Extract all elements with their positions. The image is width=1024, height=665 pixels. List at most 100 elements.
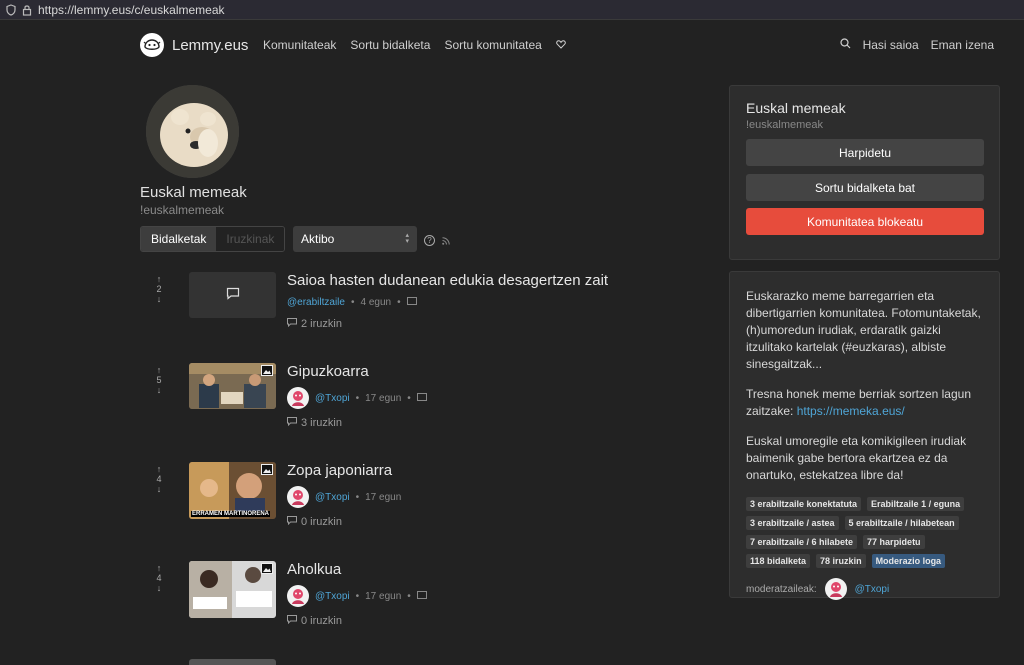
downvote-icon[interactable]: ↓: [153, 294, 165, 304]
post-thumbnail[interactable]: [189, 272, 276, 318]
stats-badges: 3 erabiltzaile konektatuta Erabiltzaile …: [746, 497, 983, 568]
moderators-row: moderatzaileak: @Txopi: [746, 578, 983, 600]
signup-link[interactable]: Eman izena: [931, 38, 994, 52]
comment-count: 0 iruzkin: [301, 615, 342, 627]
post-score: 2: [156, 284, 162, 294]
comment-icon: [287, 516, 297, 528]
sidebar-title: Euskal memeak: [746, 100, 846, 116]
url-text[interactable]: https://lemmy.eus/c/euskalmemeak: [38, 3, 225, 17]
help-icon[interactable]: ?: [424, 235, 435, 246]
post-meta: @Txopi • 17 egun •: [287, 585, 427, 607]
community-title: Euskal memeak: [140, 184, 247, 201]
tab-posts[interactable]: Bidalketak: [141, 227, 217, 251]
moderator-link[interactable]: @Txopi: [855, 581, 890, 598]
downvote-icon[interactable]: ↓: [153, 385, 165, 395]
post-score: 5: [156, 375, 162, 385]
user-avatar[interactable]: [287, 585, 309, 607]
post-author[interactable]: @Txopi: [315, 492, 350, 503]
post-title[interactable]: Aholkua: [287, 561, 341, 578]
heart-icon[interactable]: [556, 38, 566, 52]
comment-count: 3 iruzkin: [301, 417, 342, 429]
post-thumbnail[interactable]: [189, 363, 276, 409]
community-icon[interactable]: [416, 590, 427, 602]
badge-users-6months: 7 erabiltzaile / 6 hilabete: [746, 535, 858, 549]
community-sidebar-card: Euskal memeak !euskalmemeak Harpidetu So…: [729, 85, 1000, 260]
post-comments-link[interactable]: 2 iruzkin: [287, 318, 342, 330]
post-meta: @Txopi • 17 egun •: [287, 387, 427, 409]
community-name: !euskalmemeak: [140, 203, 225, 217]
upvote-icon[interactable]: ↑: [153, 464, 165, 474]
comment-icon: [287, 417, 297, 429]
subscribe-button[interactable]: Harpidetu: [746, 139, 984, 166]
badge-subscribers: 77 harpidetu: [863, 535, 925, 549]
browser-url-bar[interactable]: https://lemmy.eus/c/euskalmemeak: [0, 0, 1024, 20]
post-title[interactable]: Saioa hasten dudanean edukia desagertzen…: [287, 272, 608, 289]
brand-name: Lemmy.eus: [172, 36, 249, 54]
post-meta: @erabiltzaile • 4 egun •: [287, 297, 417, 308]
vote-column: ↑ 4 ↓: [153, 563, 165, 593]
downvote-icon[interactable]: ↓: [153, 484, 165, 494]
brand[interactable]: Lemmy.eus: [140, 33, 248, 57]
create-post-button[interactable]: Sortu bidalketa bat: [746, 174, 984, 201]
nav-link-create-community[interactable]: Sortu komunitatea: [444, 38, 541, 52]
image-icon: [261, 365, 273, 379]
post-author[interactable]: @Txopi: [315, 591, 350, 602]
upvote-icon[interactable]: ↑: [153, 365, 165, 375]
community-avatar: [146, 85, 239, 178]
nav-link-communities[interactable]: Komunitateak: [263, 38, 336, 52]
post-thumbnail[interactable]: [189, 561, 276, 618]
post-thumbnail-partial[interactable]: [189, 659, 276, 665]
modlog-badge[interactable]: Moderazio loga: [871, 554, 946, 568]
badge-comments: 78 iruzkin: [816, 554, 866, 568]
post-comments-link[interactable]: 3 iruzkin: [287, 417, 342, 429]
sort-select[interactable]: Aktibo ▴ ▾: [293, 226, 417, 252]
upvote-icon[interactable]: ↑: [153, 274, 165, 284]
badge-users-week: 3 erabiltzaile / astea: [746, 516, 839, 530]
post-thumbnail[interactable]: ERRAMEN MARTINORENA: [189, 462, 276, 519]
post-time: 17 egun: [365, 491, 402, 503]
rss-icon[interactable]: [442, 237, 450, 247]
lemmy-logo-icon: [140, 33, 164, 57]
vote-column: ↑ 4 ↓: [153, 464, 165, 494]
memeka-link[interactable]: https://memeka.eus/: [797, 404, 905, 418]
sort-select-value: Aktibo: [301, 232, 335, 246]
comment-icon: [287, 615, 297, 627]
search-icon[interactable]: [839, 38, 851, 52]
description-paragraph: Euskarazko meme barregarrien eta diberti…: [746, 289, 981, 371]
thumbnail-caption: ERRAMEN MARTINORENA: [191, 511, 270, 517]
post-time: 17 egun: [365, 590, 402, 602]
vote-column: ↑ 5 ↓: [153, 365, 165, 395]
community-icon[interactable]: [406, 297, 417, 308]
post-author[interactable]: @Txopi: [315, 393, 350, 404]
badge-posts: 118 bidalketa: [746, 554, 811, 568]
community-description-card: Euskarazko meme barregarrien eta diberti…: [729, 271, 1000, 600]
image-icon: [261, 563, 273, 577]
post-score: 4: [156, 573, 162, 583]
updown-caret-icon: ▴ ▾: [405, 232, 409, 245]
post-comments-link[interactable]: 0 iruzkin: [287, 615, 342, 627]
tab-comments[interactable]: Iruzkinak: [216, 227, 285, 251]
user-avatar[interactable]: [287, 486, 309, 508]
moderator-avatar[interactable]: [824, 578, 847, 600]
badge-users-month: 5 erabiltzaile / hilabetean: [844, 516, 959, 530]
upvote-icon[interactable]: ↑: [153, 563, 165, 573]
comment-count: 0 iruzkin: [301, 516, 342, 528]
block-community-button[interactable]: Komunitatea blokeatu: [746, 208, 984, 235]
post-title[interactable]: Gipuzkoarra: [287, 363, 369, 380]
community-icon[interactable]: [416, 392, 427, 404]
post-title[interactable]: Zopa japoniarra: [287, 462, 392, 479]
view-tabs: Bidalketak Iruzkinak: [140, 226, 286, 252]
nav-link-create-post[interactable]: Sortu bidalketa: [350, 38, 430, 52]
user-avatar[interactable]: [287, 387, 309, 409]
post-time: 4 egun: [360, 297, 392, 308]
downvote-icon[interactable]: ↓: [153, 583, 165, 593]
comment-count: 2 iruzkin: [301, 318, 342, 330]
lock-icon: [22, 4, 32, 16]
post-author[interactable]: @erabiltzaile: [287, 297, 345, 308]
login-link[interactable]: Hasi saioa: [863, 38, 919, 52]
post-comments-link[interactable]: 0 iruzkin: [287, 516, 342, 528]
nav-right: Hasi saioa Eman izena: [839, 38, 994, 52]
post-score: 4: [156, 474, 162, 484]
moderators-label: moderatzaileak:: [746, 583, 817, 595]
vote-column: ↑ 2 ↓: [153, 274, 165, 304]
